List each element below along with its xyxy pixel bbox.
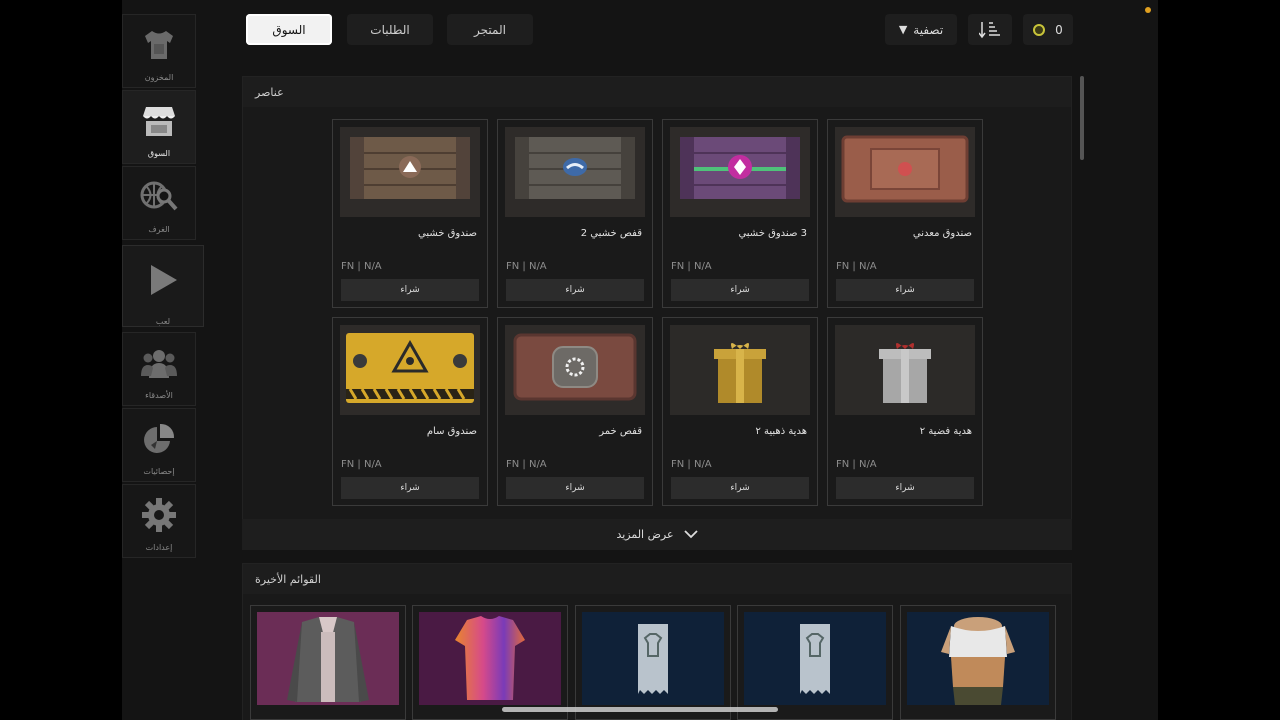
- filter-dropdown[interactable]: ▼ تصفية: [885, 14, 957, 45]
- listing-item[interactable]: [900, 605, 1056, 720]
- shop-icon: [139, 101, 179, 141]
- item-name: قفص خشبي 2: [580, 228, 642, 239]
- item-condition: FN | N/A: [341, 459, 382, 470]
- balance-value: 0: [1055, 22, 1063, 37]
- item-card[interactable]: قفص خمر FN | N/A شراء: [497, 317, 653, 506]
- pie-chart-icon: [139, 419, 179, 459]
- item-condition: FN | N/A: [836, 261, 877, 272]
- item-image: [340, 127, 480, 217]
- item-image: [835, 127, 975, 217]
- tab-store[interactable]: المتجر: [447, 14, 533, 45]
- sidebar-item-stats[interactable]: إحصائيات: [122, 408, 196, 482]
- tab-label: المتجر: [474, 22, 506, 37]
- play-icon: [143, 260, 183, 299]
- listing-item[interactable]: [575, 605, 731, 720]
- buy-button[interactable]: شراء: [671, 477, 809, 499]
- sidebar-item-friends[interactable]: الأصدقاء: [122, 332, 196, 406]
- tag-image: [582, 612, 724, 705]
- sidebar-item-label: لعب: [155, 317, 171, 326]
- buy-button[interactable]: شراء: [341, 279, 479, 301]
- item-name: صندوق خشبي: [418, 228, 477, 239]
- show-more-button[interactable]: عرض المزيد: [242, 519, 1072, 550]
- item-card[interactable]: 3 صندوق خشبي FN | N/A شراء: [662, 119, 818, 308]
- gear-icon: [139, 495, 179, 535]
- item-image: [505, 325, 645, 415]
- scrollbar[interactable]: [1080, 76, 1084, 160]
- item-condition: FN | N/A: [506, 261, 547, 272]
- item-image: [505, 127, 645, 217]
- item-card[interactable]: صندوق خشبي FN | N/A شراء: [332, 119, 488, 308]
- balance-display: 0: [1023, 14, 1073, 45]
- buy-button[interactable]: شراء: [836, 477, 974, 499]
- sidebar-item-play[interactable]: لعب: [122, 245, 204, 327]
- sort-icon: [979, 21, 1000, 38]
- recent-listings-header: القوائم الأخيرة: [243, 564, 1071, 594]
- sidebar: المخزون السوق الغرف لعب الأصدقاء إحصائيا…: [122, 0, 206, 720]
- crop-top-image: [907, 612, 1049, 705]
- item-image: [670, 325, 810, 415]
- coin-icon: [1033, 23, 1046, 36]
- sidebar-item-label: الغرف: [148, 225, 170, 234]
- item-name: صندوق معدني: [912, 228, 972, 239]
- tab-orders[interactable]: الطلبات: [347, 14, 433, 45]
- item-card[interactable]: صندوق معدني FN | N/A شراء: [827, 119, 983, 308]
- recent-listings-title: القوائم الأخيرة: [255, 572, 321, 586]
- sidebar-item-rooms[interactable]: الغرف: [122, 166, 196, 240]
- sidebar-item-inventory[interactable]: المخزون: [122, 14, 196, 88]
- listing-item[interactable]: [250, 605, 406, 720]
- listing-item[interactable]: [737, 605, 893, 720]
- sidebar-item-label: المخزون: [144, 73, 174, 82]
- item-name: صندوق سام: [426, 426, 477, 437]
- item-condition: FN | N/A: [671, 459, 712, 470]
- sidebar-item-label: السوق: [147, 149, 171, 158]
- home-indicator: [502, 707, 778, 712]
- tag-image: [744, 612, 886, 705]
- item-image: [670, 127, 810, 217]
- item-name: هدية فضية ٢: [919, 426, 972, 437]
- status-indicator: [1145, 7, 1151, 13]
- item-card[interactable]: صندوق سام FN | N/A شراء: [332, 317, 488, 506]
- sidebar-item-label: إعدادات: [145, 543, 173, 552]
- items-panel-title: عناصر: [255, 85, 284, 99]
- item-condition: FN | N/A: [836, 459, 877, 470]
- sidebar-item-label: الأصدقاء: [145, 391, 173, 400]
- sort-button[interactable]: [968, 14, 1012, 45]
- item-card[interactable]: هدية ذهبية ٢ FN | N/A شراء: [662, 317, 818, 506]
- tab-market[interactable]: السوق: [246, 14, 332, 45]
- tab-label: السوق: [272, 22, 306, 37]
- item-image: [835, 325, 975, 415]
- chevron-down-icon: ▼: [898, 23, 908, 36]
- buy-button[interactable]: شراء: [506, 477, 644, 499]
- show-more-label: عرض المزيد: [616, 528, 674, 541]
- shirt-icon: [139, 25, 179, 65]
- buy-button[interactable]: شراء: [506, 279, 644, 301]
- item-name: قفص خمر: [599, 426, 642, 437]
- globe-search-icon: [139, 177, 179, 217]
- sidebar-item-label: إحصائيات: [143, 467, 175, 476]
- buy-button[interactable]: شراء: [341, 477, 479, 499]
- buy-button[interactable]: شراء: [836, 279, 974, 301]
- item-condition: FN | N/A: [671, 261, 712, 272]
- tab-label: الطلبات: [370, 22, 410, 37]
- items-panel-header: عناصر: [243, 77, 1071, 107]
- jacket-image: [257, 612, 399, 705]
- item-image: [340, 325, 480, 415]
- listing-item[interactable]: [412, 605, 568, 720]
- item-name: 3 صندوق خشبي: [738, 228, 807, 239]
- item-name: هدية ذهبية ٢: [755, 426, 807, 437]
- item-condition: FN | N/A: [341, 261, 382, 272]
- sidebar-item-market[interactable]: السوق: [122, 90, 196, 164]
- shirt-image: [419, 612, 561, 705]
- sidebar-item-settings[interactable]: إعدادات: [122, 484, 196, 558]
- app-window: المخزون السوق الغرف لعب الأصدقاء إحصائيا…: [122, 0, 1158, 720]
- chevron-down-icon: [683, 530, 698, 539]
- friends-icon: [139, 343, 179, 383]
- filter-label: تصفية: [913, 22, 944, 37]
- item-condition: FN | N/A: [506, 459, 547, 470]
- item-card[interactable]: قفص خشبي 2 FN | N/A شراء: [497, 119, 653, 308]
- buy-button[interactable]: شراء: [671, 279, 809, 301]
- item-card[interactable]: هدية فضية ٢ FN | N/A شراء: [827, 317, 983, 506]
